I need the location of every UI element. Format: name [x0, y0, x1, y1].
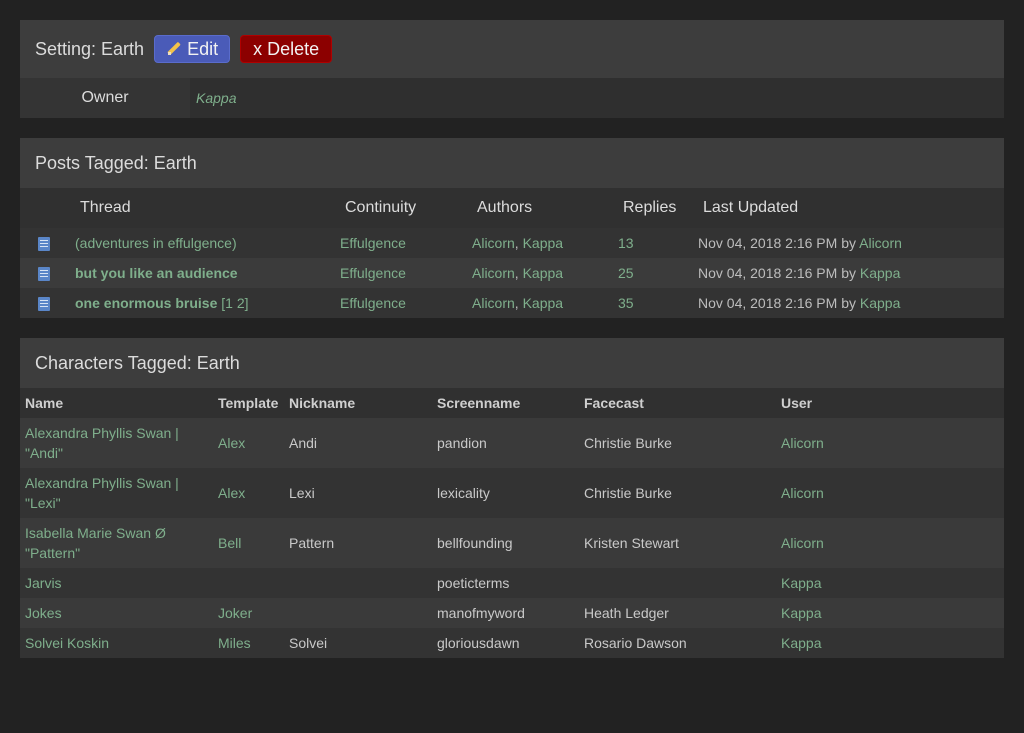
screenname: lexicality	[432, 468, 579, 518]
character-link[interactable]: Alexandra Phyllis Swan | "Lexi"	[25, 475, 179, 511]
user-link[interactable]: Kappa	[781, 635, 821, 651]
setting-panel: Setting: Earth Edit x Delete Owner Kappa	[20, 20, 1004, 118]
updated-by-link[interactable]: Kappa	[860, 295, 900, 311]
facecast: Rosario Dawson	[579, 628, 776, 658]
character-row: Isabella Marie Swan Ø "Pattern" Bell Pat…	[20, 518, 1004, 568]
continuity-link[interactable]: Effulgence	[340, 265, 406, 281]
screenname: poeticterms	[432, 568, 579, 598]
user-link[interactable]: Alicorn	[781, 535, 824, 551]
template-link[interactable]: Alex	[218, 485, 245, 501]
character-row: Solvei Koskin Miles Solvei gloriousdawn …	[20, 628, 1004, 658]
author-link[interactable]: Kappa	[523, 235, 563, 251]
facecast: Christie Burke	[579, 418, 776, 468]
owner-link[interactable]: Kappa	[196, 90, 236, 106]
owner-row: Owner Kappa	[20, 78, 1004, 118]
user-link[interactable]: Alicorn	[781, 485, 824, 501]
updated-text: Nov 04, 2018 2:16 PM by	[698, 265, 856, 281]
screenname: pandion	[432, 418, 579, 468]
characters-header-row: Name Template Nickname Screenname Faceca…	[20, 388, 1004, 418]
screenname: manofmyword	[432, 598, 579, 628]
character-row: Jokes Joker manofmyword Heath Ledger Kap…	[20, 598, 1004, 628]
post-row: but you like an audience Effulgence Alic…	[20, 258, 1004, 288]
updated-text: Nov 04, 2018 2:16 PM by	[698, 295, 856, 311]
nickname: Andi	[284, 418, 432, 468]
posts-table: Thread Continuity Authors Replies Last U…	[20, 188, 1004, 318]
character-link[interactable]: Solvei Koskin	[25, 635, 109, 651]
author-link[interactable]: Alicorn	[472, 295, 515, 311]
posts-header-row: Thread Continuity Authors Replies Last U…	[20, 188, 1004, 228]
characters-table: Name Template Nickname Screenname Faceca…	[20, 388, 1004, 658]
post-row: (adventures in effulgence) Effulgence Al…	[20, 228, 1004, 258]
facecast: Heath Ledger	[579, 598, 776, 628]
pencil-icon	[167, 42, 181, 56]
character-link[interactable]: Alexandra Phyllis Swan | "Andi"	[25, 425, 179, 461]
setting-title: Setting: Earth	[35, 38, 145, 59]
character-row: Jarvis poeticterms Kappa	[20, 568, 1004, 598]
author-link[interactable]: Kappa	[523, 295, 563, 311]
nickname	[284, 568, 432, 598]
user-link[interactable]: Kappa	[781, 575, 821, 591]
updated-by-link[interactable]: Kappa	[860, 265, 900, 281]
post-row: one enormous bruise [1 2] Effulgence Ali…	[20, 288, 1004, 318]
thread-link[interactable]: (adventures in effulgence)	[75, 235, 237, 251]
facecast	[579, 568, 776, 598]
updated-by-link[interactable]: Alicorn	[859, 235, 902, 251]
facecast: Christie Burke	[579, 468, 776, 518]
template-link[interactable]: Bell	[218, 535, 241, 551]
book-icon	[38, 237, 50, 252]
character-row: Alexandra Phyllis Swan | "Andi" Alex And…	[20, 418, 1004, 468]
replies-link[interactable]: 25	[618, 265, 634, 281]
character-link[interactable]: Jokes	[25, 605, 62, 621]
thread-link[interactable]: but you like an audience	[75, 265, 238, 281]
col-replies: Replies	[618, 188, 698, 228]
col-authors: Authors	[472, 188, 618, 228]
template-link[interactable]: Miles	[218, 635, 251, 651]
user-link[interactable]: Kappa	[781, 605, 821, 621]
col-facecast: Facecast	[579, 388, 776, 418]
page-links[interactable]: [1 2]	[221, 295, 248, 311]
posts-panel: Posts Tagged: Earth Thread Continuity Au…	[20, 138, 1004, 318]
author-link[interactable]: Kappa	[523, 265, 563, 281]
col-name: Name	[20, 388, 213, 418]
posts-header: Posts Tagged: Earth	[20, 138, 1004, 188]
screenname: gloriousdawn	[432, 628, 579, 658]
col-last-updated: Last Updated	[698, 188, 1004, 228]
book-icon	[38, 267, 50, 282]
col-thread: Thread	[75, 188, 340, 228]
user-link[interactable]: Alicorn	[781, 435, 824, 451]
nickname: Lexi	[284, 468, 432, 518]
col-nickname: Nickname	[284, 388, 432, 418]
updated-text: Nov 04, 2018 2:16 PM by	[698, 235, 856, 251]
nickname: Pattern	[284, 518, 432, 568]
setting-header: Setting: Earth Edit x Delete	[20, 20, 1004, 78]
owner-label: Owner	[20, 78, 190, 118]
book-icon	[38, 297, 50, 312]
col-continuity: Continuity	[340, 188, 472, 228]
author-link[interactable]: Alicorn	[472, 235, 515, 251]
col-user: User	[776, 388, 1004, 418]
thread-link[interactable]: one enormous bruise	[75, 295, 217, 311]
continuity-link[interactable]: Effulgence	[340, 235, 406, 251]
col-template: Template	[213, 388, 284, 418]
col-screenname: Screenname	[432, 388, 579, 418]
characters-header: Characters Tagged: Earth	[20, 338, 1004, 388]
character-link[interactable]: Jarvis	[25, 575, 62, 591]
character-link[interactable]: Isabella Marie Swan Ø "Pattern"	[25, 525, 166, 561]
nickname	[284, 598, 432, 628]
template-link[interactable]: Alex	[218, 435, 245, 451]
edit-button[interactable]: Edit	[154, 35, 231, 63]
character-row: Alexandra Phyllis Swan | "Lexi" Alex Lex…	[20, 468, 1004, 518]
characters-panel: Characters Tagged: Earth Name Template N…	[20, 338, 1004, 658]
continuity-link[interactable]: Effulgence	[340, 295, 406, 311]
replies-link[interactable]: 35	[618, 295, 634, 311]
author-link[interactable]: Alicorn	[472, 265, 515, 281]
facecast: Kristen Stewart	[579, 518, 776, 568]
replies-link[interactable]: 13	[618, 235, 634, 251]
nickname: Solvei	[284, 628, 432, 658]
screenname: bellfounding	[432, 518, 579, 568]
delete-button[interactable]: x Delete	[240, 35, 333, 63]
template-link[interactable]: Joker	[218, 605, 252, 621]
